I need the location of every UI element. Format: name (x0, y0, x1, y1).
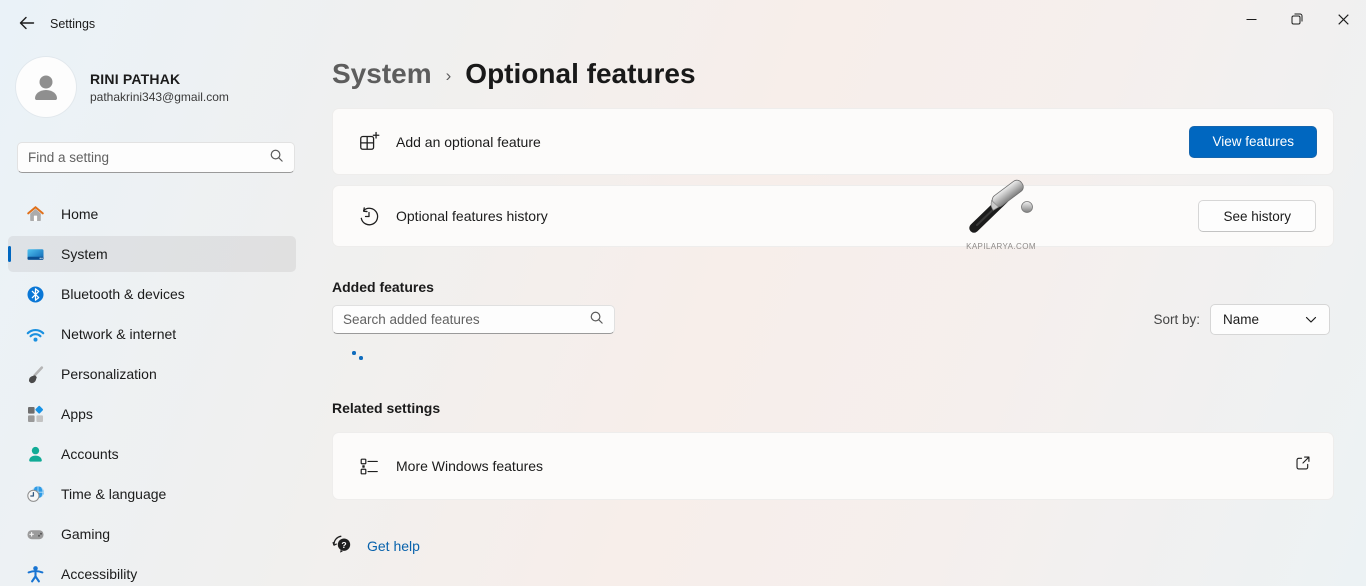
restore-icon (1291, 13, 1303, 25)
sidebar-item-label: Accounts (61, 446, 119, 462)
sort-by-dropdown[interactable]: Name (1210, 304, 1330, 335)
minimize-button[interactable] (1228, 0, 1274, 38)
sidebar-item-network-internet[interactable]: Network & internet (8, 316, 296, 352)
feature-list-icon (358, 454, 380, 478)
find-setting-searchbox[interactable] (17, 142, 295, 173)
sidebar-nav: Home System Bluetooth & devices (8, 196, 296, 586)
close-button[interactable] (1320, 0, 1366, 38)
get-help-link[interactable]: Get help (367, 538, 420, 554)
titlebar: Settings (0, 0, 1366, 48)
sidebar-item-label: Accessibility (61, 566, 137, 582)
sidebar-item-label: System (61, 246, 108, 262)
history-label: Optional features history (396, 208, 548, 224)
bluetooth-icon (26, 285, 45, 304)
user-name: RINI PATHAK (90, 71, 229, 87)
find-setting-input[interactable] (28, 150, 269, 165)
optional-features-history-card: Optional features history See history (332, 185, 1334, 247)
selected-indicator (8, 246, 11, 262)
settings-window: Settings RINI PATHAK pathakrini343@gmail… (0, 0, 1366, 586)
sidebar-item-time-language[interactable]: Time & language (8, 476, 296, 512)
home-icon (26, 205, 45, 224)
user-email: pathakrini343@gmail.com (90, 90, 229, 104)
accessibility-icon (26, 565, 45, 584)
sidebar-item-bluetooth-devices[interactable]: Bluetooth & devices (8, 276, 296, 312)
sidebar-item-system[interactable]: System (8, 236, 296, 272)
loading-indicator (352, 351, 366, 363)
search-added-features-box[interactable] (332, 305, 615, 334)
sidebar-item-label: Time & language (61, 486, 166, 502)
chevron-down-icon (1305, 312, 1317, 327)
sidebar-item-label: Apps (61, 406, 93, 422)
breadcrumb: System › Optional features (332, 58, 696, 90)
sidebar-item-accessibility[interactable]: Accessibility (8, 556, 296, 586)
add-feature-label: Add an optional feature (396, 134, 541, 150)
history-icon (358, 204, 380, 228)
back-button[interactable] (10, 8, 44, 40)
close-icon (1338, 14, 1349, 25)
breadcrumb-system[interactable]: System (332, 58, 432, 90)
breadcrumb-separator: › (446, 62, 452, 86)
sidebar-item-home[interactable]: Home (8, 196, 296, 232)
more-windows-features-card[interactable]: More Windows features (332, 432, 1334, 500)
page-title: Optional features (465, 58, 695, 90)
more-windows-features-label: More Windows features (396, 458, 543, 474)
get-help-icon: ? (332, 533, 352, 558)
system-icon (26, 245, 45, 264)
add-feature-icon (358, 130, 380, 154)
network-icon (26, 325, 45, 344)
sidebar-item-label: Gaming (61, 526, 110, 542)
external-link-icon[interactable] (1294, 455, 1311, 477)
user-profile[interactable]: RINI PATHAK pathakrini343@gmail.com (16, 57, 229, 117)
view-features-button[interactable]: View features (1189, 126, 1317, 158)
personalization-icon (26, 365, 45, 384)
minimize-icon (1246, 14, 1257, 25)
see-history-button[interactable]: See history (1198, 200, 1316, 232)
add-optional-feature-card: Add an optional feature View features (332, 108, 1334, 175)
apps-icon (26, 405, 45, 424)
time-language-icon (26, 485, 45, 504)
sidebar-item-label: Personalization (61, 366, 157, 382)
accounts-icon (26, 445, 45, 464)
search-icon (269, 148, 284, 168)
person-icon (28, 69, 64, 105)
sidebar-item-label: Home (61, 206, 98, 222)
restore-button[interactable] (1274, 0, 1320, 38)
sidebar-item-personalization[interactable]: Personalization (8, 356, 296, 392)
sort-row: Sort by: Name (1153, 304, 1330, 335)
sidebar-item-accounts[interactable]: Accounts (8, 436, 296, 472)
sidebar-item-gaming[interactable]: Gaming (8, 516, 296, 552)
get-help-row: ? Get help (332, 533, 420, 558)
sort-by-value: Name (1223, 312, 1259, 327)
related-settings-heading: Related settings (332, 400, 440, 416)
sidebar-item-label: Bluetooth & devices (61, 286, 185, 302)
search-added-features-input[interactable] (343, 312, 589, 327)
window-controls (1228, 0, 1366, 38)
gaming-icon (26, 525, 45, 544)
search-icon (589, 310, 604, 330)
sidebar-item-label: Network & internet (61, 326, 176, 342)
avatar (16, 57, 76, 117)
sidebar: RINI PATHAK pathakrini343@gmail.com Home (0, 48, 312, 586)
added-features-heading: Added features (332, 279, 434, 295)
svg-text:?: ? (341, 540, 346, 550)
sidebar-item-apps[interactable]: Apps (8, 396, 296, 432)
back-arrow-icon (19, 16, 35, 33)
sort-by-label: Sort by: (1153, 312, 1200, 327)
main-content: System › Optional features Add an option… (312, 48, 1366, 586)
app-title: Settings (50, 17, 95, 31)
